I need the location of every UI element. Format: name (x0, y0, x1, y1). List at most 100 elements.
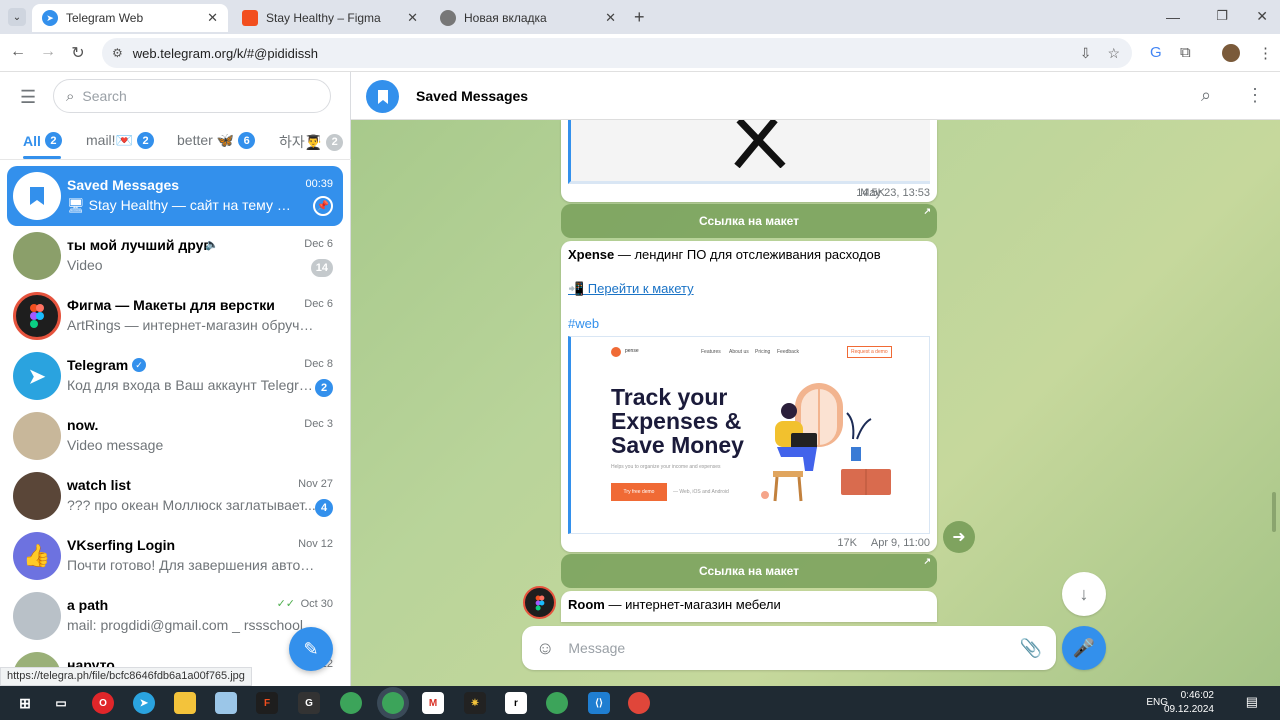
github-icon[interactable]: G (298, 692, 320, 714)
extensions-icon[interactable]: ⧉ (1180, 44, 1191, 61)
install-app-icon[interactable]: ⇩ (1080, 45, 1092, 62)
file-explorer-icon[interactable] (174, 692, 196, 714)
figma-icon[interactable] (523, 586, 556, 619)
gmail-icon[interactable]: M (422, 692, 444, 714)
spark-icon[interactable]: ✷ (464, 692, 486, 714)
chat-date: 00:39 (305, 178, 333, 190)
profile-avatar[interactable] (1222, 44, 1240, 62)
close-icon[interactable]: ✕ (605, 10, 616, 26)
chrome-icon[interactable] (546, 692, 568, 714)
notepad-icon[interactable] (215, 692, 237, 714)
message-bubble[interactable]: 14.5K 👁 May 23, 13:53 (561, 120, 937, 202)
chat-item[interactable]: watch list Nov 27 ??? про океан Моллюск … (7, 466, 343, 526)
folder-tab-better[interactable]: better 🦋 6 (177, 132, 256, 149)
close-icon[interactable]: ✕ (207, 10, 218, 26)
search-input[interactable]: ⌕ Search (53, 79, 331, 113)
message-input[interactable]: ☺ Message 📎 (522, 626, 1056, 670)
message-title-rest: — лендинг ПО для отслеживания расходов (614, 247, 881, 262)
vscode-icon[interactable]: ⟨⟩ (588, 692, 610, 714)
chat-item[interactable]: now. Dec 3 Video message (7, 406, 343, 466)
chat-item[interactable]: ты мой лучший друг 🔈 Dec 6 Video 14 (7, 226, 343, 286)
preview-platforms: — Web, iOS and Android (673, 489, 729, 495)
chat-preview: Video (67, 257, 103, 273)
folder-tab-mail[interactable]: mail!💌 2 (86, 132, 154, 149)
chat-item-saved-messages[interactable]: Saved Messages 00:39 🖥 Stay Healthy — са… (7, 166, 343, 226)
figma-link[interactable]: 📲 Перейти к макету (568, 281, 694, 297)
message-time: Apr 9, 11:00 (870, 537, 930, 549)
telegram-icon[interactable]: ➤ (133, 692, 155, 714)
chat-name: Saved Messages (67, 177, 180, 193)
new-tab-button[interactable]: + (634, 7, 645, 28)
link-button[interactable]: Ссылка на макет ↗ (561, 554, 937, 588)
message-bubble[interactable]: Xpense — лендинг ПО для отслеживания рас… (561, 241, 937, 552)
app-r-icon[interactable]: r (505, 692, 527, 714)
app-icon[interactable] (628, 692, 650, 714)
verified-icon: ✓ (132, 358, 146, 372)
search-icon: ⌕ (66, 87, 75, 105)
hamburger-menu-icon[interactable]: ☰ (20, 87, 36, 108)
illustration-woman-laptop (761, 383, 891, 502)
folder-badge: 2 (326, 133, 344, 151)
reload-icon[interactable]: ↻ (68, 43, 88, 63)
attach-icon[interactable]: 📎 (1020, 638, 1042, 659)
windows-start-icon[interactable]: ⊞ (14, 692, 36, 714)
translate-icon[interactable]: G (1150, 44, 1162, 61)
restore-button[interactable]: ❐ (1216, 8, 1228, 24)
forward-message-button[interactable]: ➜ (943, 521, 975, 553)
figma-icon[interactable]: F (256, 692, 278, 714)
preview-button: Try free demo (611, 483, 667, 501)
close-icon[interactable]: ✕ (407, 10, 418, 26)
microphone-button[interactable]: 🎤 (1062, 626, 1106, 670)
link-button[interactable]: Ссылка на макет ↗ (561, 204, 937, 238)
muted-icon: 🔈 (205, 239, 219, 251)
chat-item[interactable]: ➤ Telegram ✓ Dec 8 Код для входа в Ваш а… (7, 346, 343, 406)
task-view-icon[interactable]: ▭ (50, 692, 72, 714)
notifications-icon[interactable]: ▤ (1246, 694, 1258, 710)
tab-search-button[interactable]: ⌄ (8, 8, 26, 26)
chat-title[interactable]: Saved Messages (416, 88, 528, 104)
more-options-icon[interactable]: ⋮ (1246, 85, 1264, 106)
message-time: May 23, 13:53 (860, 187, 930, 199)
chat-name: watch list (67, 477, 131, 493)
system-clock[interactable]: 0:46:02 09.12.2024 (1164, 689, 1214, 717)
chat-date: Nov 27 (298, 478, 333, 490)
emoji-icon[interactable]: ☺ (536, 638, 554, 659)
chat-name: a path (67, 597, 109, 613)
opera-icon[interactable]: O (92, 692, 114, 714)
bookmark-icon[interactable] (366, 80, 399, 113)
folder-tab-study[interactable]: 하자👨‍🎓 2 (279, 132, 344, 152)
active-folder-indicator (23, 156, 61, 159)
address-bar[interactable]: ⚙ web.telegram.org/k/#@pididissh ⇩ ☆ (102, 38, 1132, 68)
views-count: 17K (837, 537, 857, 549)
message-bubble[interactable]: Room — интернет-магазин мебели (561, 591, 937, 622)
scroll-down-button[interactable]: ↓ (1062, 572, 1106, 616)
clock-time: 0:46:02 (1180, 690, 1214, 701)
site-info-icon[interactable]: ⚙ (112, 46, 123, 60)
bookmark-star-icon[interactable]: ☆ (1107, 45, 1120, 62)
link-preview-image[interactable]: pense Features About us Pricing Feedback… (568, 336, 930, 534)
chat-preview: ??? про океан Моллюск заглатывает... (67, 497, 316, 513)
tab-new[interactable]: Новая вкладка ✕ (430, 4, 626, 32)
chat-item[interactable]: 👍 VKserfing Login Nov 12 Почти готово! Д… (7, 526, 343, 586)
tab-telegram[interactable]: ➤ Telegram Web ✕ (32, 4, 228, 32)
chrome-active-icon[interactable] (382, 692, 404, 714)
headline-line: Save Money (611, 432, 744, 458)
folder-tab-all[interactable]: All 2 (23, 132, 62, 149)
chat-name: VKserfing Login (67, 537, 176, 553)
message-title-rest: — интернет-магазин мебели (604, 597, 781, 612)
chat-area: Saved Messages ⌕ ⋮ 14.5K 👁 May 23, 13:53… (351, 72, 1280, 686)
back-icon[interactable]: ← (8, 43, 28, 61)
link-preview-image[interactable] (568, 120, 930, 184)
minimize-button[interactable]: — (1166, 9, 1180, 25)
forward-icon[interactable]: → (38, 43, 58, 61)
hashtag-link[interactable]: #web (568, 316, 599, 331)
chat-preview: Код для входа в Ваш аккаунт Telegra... (67, 377, 317, 393)
tab-figma[interactable]: Stay Healthy – Figma ✕ (232, 4, 428, 32)
compose-button[interactable]: ✎ (289, 627, 333, 671)
browser-menu-icon[interactable]: ⋮ (1258, 44, 1273, 62)
window-close-button[interactable]: ✕ (1256, 8, 1268, 25)
chat-item[interactable]: Фигма — Макеты для верстки Dec 6 ArtRing… (7, 286, 343, 346)
chrome-icon[interactable] (340, 692, 362, 714)
scrollbar-thumb[interactable] (1272, 492, 1276, 532)
search-icon[interactable]: ⌕ (1201, 85, 1211, 106)
